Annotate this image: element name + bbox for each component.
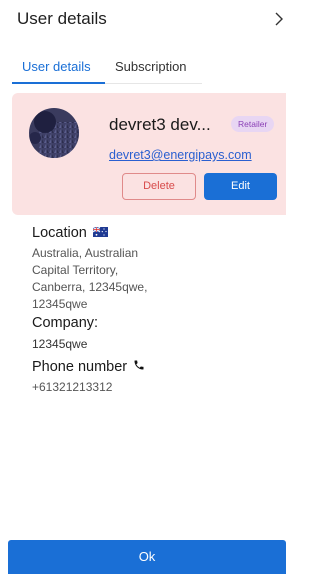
phone-label-text: Phone number: [32, 358, 128, 375]
company-label-text: Company:: [32, 314, 99, 331]
phone-label: Phone number: [32, 357, 272, 376]
tab-subscription[interactable]: Subscription: [115, 59, 187, 74]
user-info: Location Australia, Australian Capital T…: [32, 223, 272, 396]
location-address: Australia, Australian Capital Territory,…: [32, 245, 272, 313]
user-email-link[interactable]: devret3@energipays.com: [109, 148, 252, 162]
ok-button[interactable]: Ok: [8, 540, 286, 574]
active-tab-indicator: [12, 82, 105, 84]
address-line: Canberra, 12345qwe,: [32, 280, 148, 294]
address-line: 12345qwe: [32, 297, 88, 311]
address-line: Australia, Australian: [32, 246, 139, 260]
user-name: devret3 dev...: [109, 115, 211, 134]
company-label: Company:: [32, 313, 272, 332]
australia-flag-icon: [92, 225, 108, 241]
edit-button[interactable]: Edit: [204, 173, 277, 200]
tab-bar: User details Subscription: [12, 56, 202, 84]
location-label-text: Location: [32, 224, 87, 241]
location-label: Location: [32, 223, 272, 242]
phone-value: +61321213312: [32, 380, 113, 394]
company-value: 12345qwe: [32, 337, 88, 351]
header: User details: [0, 0, 286, 40]
chevron-right-icon[interactable]: [272, 10, 286, 28]
delete-button[interactable]: Delete: [122, 173, 196, 200]
tab-user-details[interactable]: User details: [22, 59, 91, 74]
page-title: User details: [17, 9, 107, 28]
user-card: devret3 dev... Retailer devret3@energipa…: [12, 93, 286, 215]
avatar: [29, 108, 79, 158]
address-line: Capital Territory,: [32, 263, 119, 277]
role-badge: Retailer: [231, 116, 275, 132]
phone-icon: [133, 359, 145, 375]
